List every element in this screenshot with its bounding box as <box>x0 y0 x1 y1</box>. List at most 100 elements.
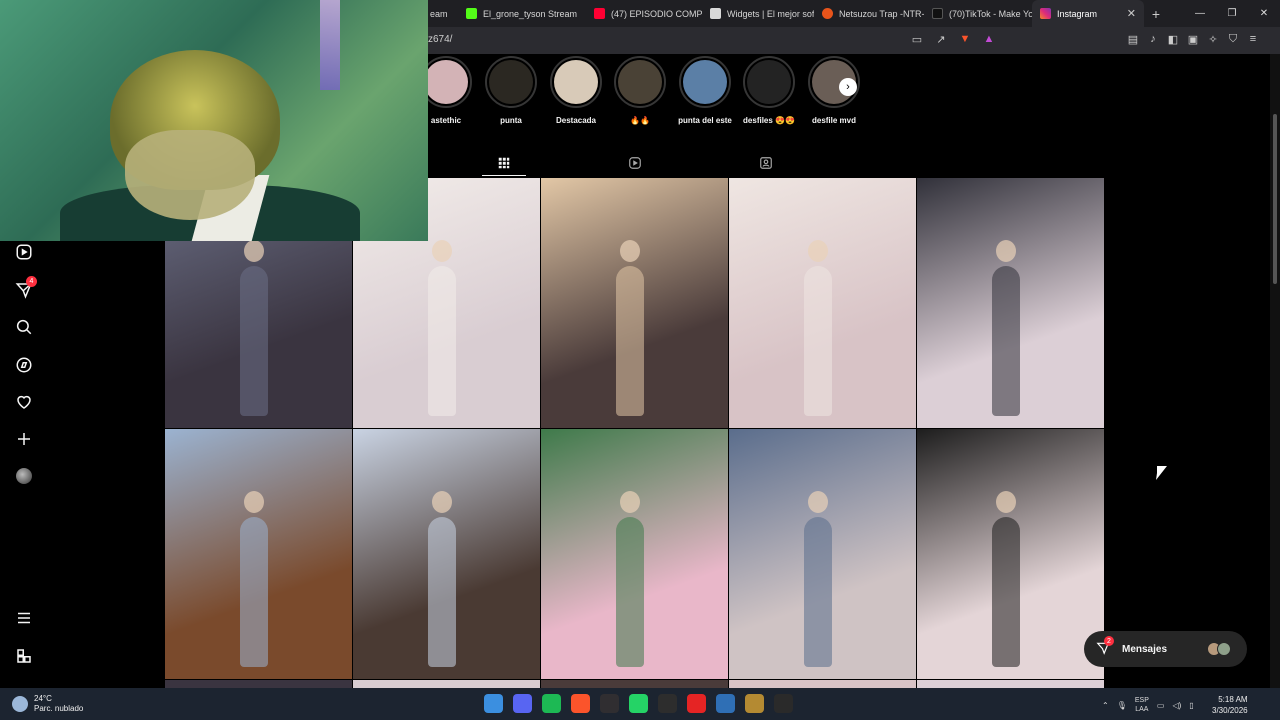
share-icon[interactable]: ↗ <box>934 32 948 46</box>
post-thumbnail[interactable] <box>917 680 1104 688</box>
leo-icon[interactable]: ✧ <box>1206 32 1220 46</box>
start-icon[interactable] <box>484 694 503 713</box>
windows-taskbar: 24°C Parc. nublado ⌃ 🎙 ESP LAA ▭ ◁) ▯ 5:18… <box>0 688 1280 720</box>
highlight-item[interactable]: punta del este <box>673 56 737 125</box>
page-scrollbar[interactable] <box>1270 54 1280 688</box>
post-thumbnail[interactable] <box>541 429 728 679</box>
music-icon[interactable]: ♪ <box>1146 32 1160 46</box>
heart-icon[interactable] <box>14 392 34 412</box>
sidebar-toggle-icon[interactable]: ◧ <box>1166 32 1180 46</box>
lol-icon[interactable] <box>745 694 764 713</box>
post-subject-head <box>807 491 828 513</box>
post-thumbnail[interactable] <box>353 429 540 679</box>
profile-avatar[interactable] <box>14 466 34 486</box>
microphone-icon[interactable]: 🎙 <box>1117 701 1127 710</box>
media-icon[interactable] <box>658 694 677 713</box>
posts-grid <box>165 178 1104 688</box>
close-tab-icon[interactable]: ✕ <box>1121 7 1136 20</box>
highlight-ring <box>550 56 602 108</box>
tab-kick[interactable]: El_grone_tyson Stream <box>458 0 586 27</box>
tab-widgets[interactable]: Widgets | El mejor soft <box>702 0 814 27</box>
tab-posts[interactable] <box>482 150 526 176</box>
highlight-item[interactable]: Destacada <box>544 56 608 125</box>
brave-icon[interactable] <box>571 694 590 713</box>
highlight-item[interactable]: 🔥🔥 <box>608 56 672 125</box>
whatsapp-icon[interactable] <box>629 694 648 713</box>
highlight-ring <box>485 56 537 108</box>
tab-tiktok[interactable]: (70)TikTok - Make You <box>924 0 1032 27</box>
browser-menu-icon[interactable]: ≡ <box>1246 32 1260 46</box>
post-subject <box>615 266 644 416</box>
messages-bubble-icon: 2 <box>1096 636 1114 657</box>
chevron-right-icon[interactable]: › <box>839 78 857 96</box>
reader-icon[interactable]: ▤ <box>1126 32 1140 46</box>
clock[interactable]: 5:18 AM 3/30/2026 <box>1212 694 1248 716</box>
post-thumbnail[interactable] <box>729 680 916 688</box>
highlight-item[interactable]: desfiles 😍😍 <box>737 56 801 125</box>
highlight-thumbnail <box>683 60 727 104</box>
post-thumbnail[interactable] <box>165 680 352 688</box>
vpn-icon[interactable]: ⛉ <box>1226 32 1240 46</box>
highlight-item[interactable]: punta <box>479 56 543 125</box>
create-icon[interactable] <box>14 429 34 449</box>
highlight-item[interactable]: desfile mvd <box>802 56 866 125</box>
tab-stream[interactable]: eam <box>428 0 458 27</box>
taskbar-apps <box>484 694 793 713</box>
threads-icon[interactable] <box>14 646 34 666</box>
wallet-icon[interactable]: ▣ <box>1186 32 1200 46</box>
new-tab-button[interactable]: + <box>1144 0 1168 27</box>
post-thumbnail[interactable] <box>729 178 916 428</box>
minimize-icon[interactable]: — <box>1184 0 1216 27</box>
reels-icon[interactable] <box>14 242 34 262</box>
spotify-icon[interactable] <box>542 694 561 713</box>
post-subject-head <box>619 240 640 262</box>
cast-icon[interactable]: ▭ <box>910 32 924 46</box>
brave-rewards-icon[interactable]: ▲ <box>982 32 996 46</box>
post-thumbnail[interactable] <box>541 680 728 688</box>
highlight-label: desfiles 😍😍 <box>743 116 795 125</box>
post-subject <box>803 517 832 667</box>
maximize-icon[interactable]: ❐ <box>1216 0 1248 27</box>
brave-shield-icon[interactable]: ▼ <box>958 32 972 46</box>
network-icon[interactable]: ▭ <box>1157 701 1165 710</box>
post-thumbnail[interactable] <box>353 680 540 688</box>
tab-instagram[interactable]: Instagram ✕ <box>1032 0 1144 27</box>
messages-icon[interactable]: 4 <box>14 276 37 300</box>
battery-icon[interactable]: ▯ <box>1189 701 1193 710</box>
tab-tagged[interactable] <box>744 150 788 176</box>
search-icon[interactable] <box>14 317 34 337</box>
language-indicator[interactable]: ESP LAA <box>1135 696 1149 714</box>
app-g-icon[interactable] <box>774 694 793 713</box>
discord-icon[interactable] <box>513 694 532 713</box>
scrollbar-thumb[interactable] <box>1273 114 1277 284</box>
post-subject <box>615 517 644 667</box>
tab-label: El_grone_tyson Stream <box>483 8 578 19</box>
close-window-icon[interactable]: ✕ <box>1248 0 1280 27</box>
cloud-icon <box>12 696 28 712</box>
post-subject <box>991 266 1020 416</box>
post-thumbnail[interactable] <box>917 429 1104 679</box>
highlight-thumbnail <box>747 60 791 104</box>
post-thumbnail[interactable] <box>165 429 352 679</box>
tab-youtube[interactable]: (47) EPISODIO COMPLE <box>586 0 702 27</box>
url-field[interactable]: z674/ <box>428 34 452 45</box>
messages-label: Mensajes <box>1122 643 1168 655</box>
volume-icon[interactable]: ◁) <box>1172 701 1181 710</box>
chevron-up-icon[interactable]: ⌃ <box>1102 701 1109 710</box>
post-thumbnail[interactable] <box>917 178 1104 428</box>
tab-crunchyroll[interactable]: Netsuzou Trap -NTR- <box>814 0 924 27</box>
obs-icon[interactable] <box>600 694 619 713</box>
app-blue-icon[interactable] <box>716 694 735 713</box>
explore-icon[interactable] <box>14 355 34 375</box>
post-subject <box>991 517 1020 667</box>
messages-badge: 2 <box>1104 636 1114 646</box>
menu-icon[interactable] <box>14 608 34 628</box>
tab-reels[interactable] <box>613 150 657 176</box>
post-thumbnail[interactable] <box>541 178 728 428</box>
messages-button[interactable]: 2 Mensajes <box>1084 631 1247 667</box>
post-subject-head <box>807 240 828 262</box>
weather-widget[interactable]: 24°C Parc. nublado <box>12 694 83 714</box>
app-red-icon[interactable] <box>687 694 706 713</box>
tab-label: (47) EPISODIO COMPLE <box>611 8 702 19</box>
post-thumbnail[interactable] <box>729 429 916 679</box>
